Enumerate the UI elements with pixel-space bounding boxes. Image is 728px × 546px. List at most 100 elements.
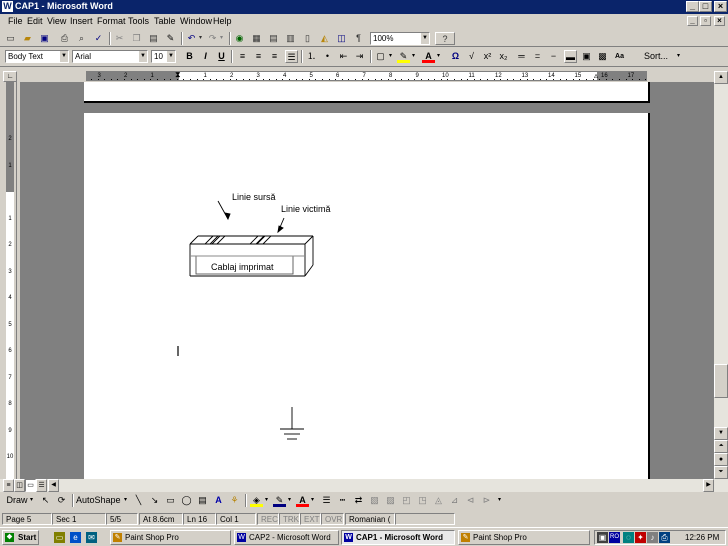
3d-icon[interactable]: ▨ [384,494,397,507]
save-disk-icon[interactable]: ▣ [38,32,51,45]
chevron-down-icon[interactable]: ▼ [420,33,429,44]
clock[interactable]: 12:26 PM [685,532,719,543]
open-folder-icon[interactable]: ▰ [21,32,34,45]
menu-tools[interactable]: Tools [128,16,149,26]
antivirus-tray-icon[interactable]: ✦ [635,532,646,543]
indent-marker-icon[interactable]: ⧗ [175,72,181,79]
arrow-style-icon[interactable]: ⇄ [352,494,365,507]
line-tool-icon[interactable]: ╲ [132,494,145,507]
menu-help[interactable]: Help [213,16,232,26]
wordart-icon[interactable]: A [212,494,225,507]
scroll-thumb[interactable] [714,364,728,398]
title-bar[interactable]: W CAP1 - Microsoft Word _ □ × [0,0,728,14]
previous-page-button[interactable]: ⏶ [714,440,728,453]
menu-view[interactable]: View [47,16,66,26]
rectangle-tool-icon[interactable]: ▭ [164,494,177,507]
small-caps-icon[interactable]: Aa [612,50,627,63]
outlook-icon[interactable]: ✉ [86,532,97,543]
autoshapes-dropdown-icon[interactable]: ▾ [122,494,129,507]
web-layout-icon[interactable]: ◫ [14,479,25,492]
select-objects-icon[interactable]: ↖ [39,494,52,507]
menu-edit[interactable]: Edit [27,16,43,26]
help-button[interactable]: ? [435,32,455,45]
decrease-indent-icon[interactable]: ⇤ [337,50,350,63]
rotate-icon[interactable]: ⊳ [480,494,493,507]
maximize-button[interactable]: □ [699,1,712,12]
redo-dropdown-icon[interactable]: ▾ [218,32,225,45]
document-map-icon[interactable]: ◫ [335,32,348,45]
align-right-icon[interactable]: ≡ [268,50,281,63]
drawing-more-icon[interactable]: ▾ [496,494,503,507]
outline-view-icon[interactable]: ☰ [36,479,47,492]
show-desktop-icon[interactable]: ▭ [54,532,65,543]
network-tray-icon[interactable]: ◌ [623,532,634,543]
free-rotate-icon[interactable]: ⟳ [55,494,68,507]
align-left-icon[interactable]: ≡ [236,50,249,63]
text-box-icon[interactable]: ▣ [580,50,593,63]
highlight-dropdown-icon[interactable]: ▾ [410,50,417,63]
scroll-down-button[interactable]: ▼ [714,427,728,440]
border-icon[interactable]: ▢ [374,50,387,63]
task-paint-shop-pro-2[interactable]: ✎ Paint Shop Pro [458,530,590,545]
autoshapes-button[interactable]: AutoShapes [76,494,121,507]
printer-tray-icon[interactable]: ⎙ [659,532,670,543]
status-section[interactable]: Sec 1 [52,513,106,525]
status-page[interactable]: Page 5 [2,513,52,525]
status-trk[interactable]: TRK [279,513,300,525]
align-center-icon[interactable]: ≡ [252,50,265,63]
menu-file[interactable]: File [8,16,23,26]
horizontal-line-icon[interactable]: ▬ [564,50,577,63]
line-style-icon[interactable]: ☰ [320,494,333,507]
shadow-icon[interactable]: ▧ [368,494,381,507]
drawing-icon[interactable]: ◭ [318,32,331,45]
chevron-down-icon[interactable]: ▼ [138,51,147,62]
dash-style-icon[interactable]: ┅ [336,494,349,507]
scroll-left-button[interactable]: ◀ [48,479,59,492]
next-page-button[interactable]: ⏷ [714,466,728,479]
print-layout-icon[interactable]: ▭ [25,479,36,492]
spelling-icon[interactable]: ✓ [92,32,105,45]
superscript-icon[interactable]: x² [481,50,494,63]
print-icon[interactable]: ⎙ [58,32,71,45]
increase-indent-icon[interactable]: ⇥ [353,50,366,63]
close-button[interactable]: × [714,1,727,12]
word-app-icon[interactable]: W [2,1,13,12]
group-icon[interactable]: ◰ [400,494,413,507]
doc-close-button[interactable]: × [714,16,725,26]
nudge-icon[interactable]: ◬ [432,494,445,507]
vertical-scrollbar[interactable]: ▲ ▼ ⏶ ● ⏷ [714,71,728,479]
menu-table[interactable]: Table [154,16,176,26]
status-rec[interactable]: REC [257,513,279,525]
hyperlink-icon[interactable]: ◉ [233,32,246,45]
undo-dropdown-icon[interactable]: ▾ [197,32,204,45]
font-select[interactable]: Arial ▼ [72,50,148,63]
flip-icon[interactable]: ⊲ [464,494,477,507]
status-ext[interactable]: EXT [300,513,321,525]
tables-borders-icon[interactable]: ▦ [250,32,263,45]
draw-menu-button[interactable]: Draw [6,494,28,507]
font-color-icon[interactable]: A [422,50,435,63]
line-color-icon[interactable]: ✎ [273,494,286,507]
tab-stop-selector[interactable]: ∟ [3,71,17,82]
status-line[interactable]: Ln 16 [183,513,216,525]
copy-icon[interactable]: ❐ [130,32,143,45]
border-dropdown-icon[interactable]: ▾ [387,50,394,63]
bold-button[interactable]: B [183,50,196,63]
columns-icon[interactable]: ▯ [301,32,314,45]
print-preview-icon[interactable]: ⌕ [75,32,88,45]
task-paint-shop-pro-1[interactable]: ✎ Paint Shop Pro [110,530,231,545]
minus-icon[interactable]: − [547,50,560,63]
bullets-icon[interactable]: • [321,50,334,63]
arrow-tool-icon[interactable]: ↘ [148,494,161,507]
equation-icon[interactable]: √ [465,50,478,63]
oval-tool-icon[interactable]: ◯ [180,494,193,507]
volume-tray-icon[interactable]: ♪ [647,532,658,543]
menu-window[interactable]: Window [180,16,212,26]
scroll-up-button[interactable]: ▲ [714,71,728,84]
chevron-down-icon[interactable]: ▼ [59,51,68,62]
monitor-tray-icon[interactable]: ▣ [597,532,608,543]
minimize-button[interactable]: _ [686,1,699,12]
horizontal-ruler[interactable]: 3 2 1 1 2 3 4 5 6 7 8 9 10 11 12 13 14 15 16 17 ⧗ ▵ [86,71,647,81]
internet-explorer-icon[interactable]: e [70,532,81,543]
line-color-dropdown-icon[interactable]: ▾ [286,494,293,507]
